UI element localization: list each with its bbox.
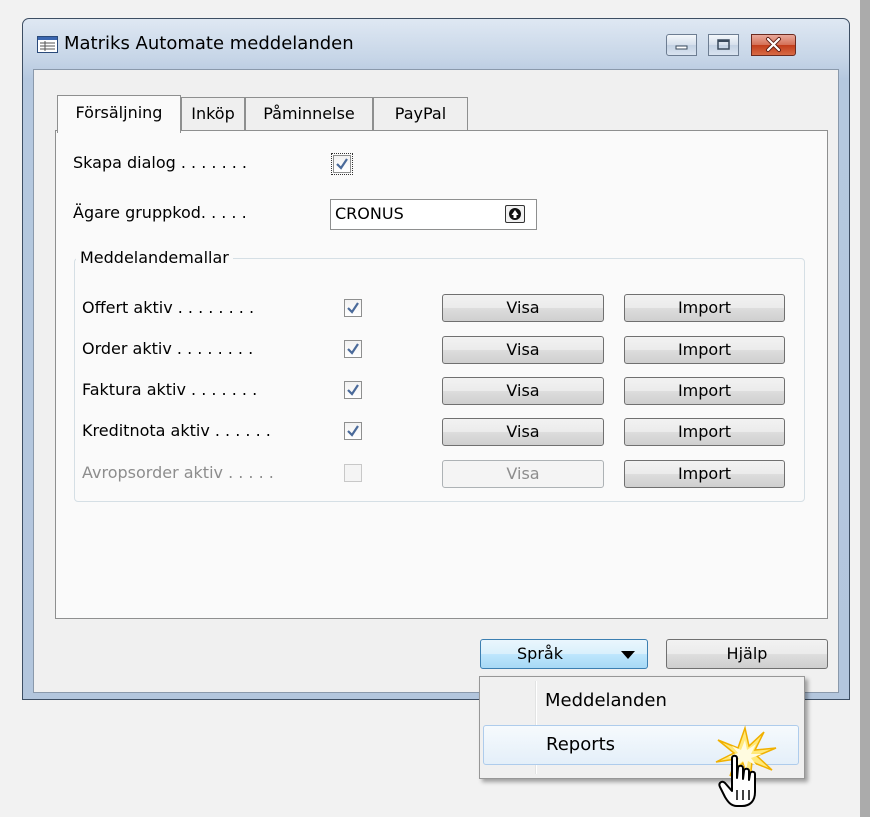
close-button[interactable] bbox=[751, 34, 796, 56]
triangle-down-icon bbox=[621, 651, 635, 659]
menu-item-label: Meddelanden bbox=[545, 690, 667, 711]
agare-gruppkod-label: Ägare gruppkod. . . . . bbox=[73, 203, 247, 222]
menu-item-meddelanden[interactable]: Meddelanden bbox=[483, 682, 799, 722]
avropsorder-import-button[interactable]: Import bbox=[624, 460, 785, 488]
kreditnota-visa-button[interactable]: Visa bbox=[442, 418, 604, 446]
tab-paminnelse[interactable]: Påminnelse bbox=[245, 97, 373, 131]
faktura-import-button[interactable]: Import bbox=[624, 377, 785, 405]
order-visa-button[interactable]: Visa bbox=[442, 336, 604, 364]
kreditnota-aktiv-label: Kreditnota aktiv . . . . . . bbox=[82, 421, 271, 440]
offert-import-button[interactable]: Import bbox=[624, 294, 785, 322]
window-title: Matriks Automate meddelanden bbox=[64, 33, 354, 54]
arrow-up-lookup-icon bbox=[509, 208, 521, 220]
faktura-visa-button[interactable]: Visa bbox=[442, 377, 604, 405]
offert-visa-button[interactable]: Visa bbox=[442, 294, 604, 322]
hjalp-button[interactable]: Hjälp bbox=[666, 639, 828, 669]
avropsorder-visa-button[interactable]: Visa bbox=[442, 460, 604, 488]
tab-forsaljning[interactable]: Försäljning bbox=[57, 95, 181, 133]
avropsorder-aktiv-checkbox[interactable] bbox=[344, 464, 362, 482]
order-aktiv-checkbox[interactable] bbox=[344, 340, 362, 358]
faktura-aktiv-checkbox[interactable] bbox=[344, 381, 362, 399]
tab-inkop[interactable]: Inköp bbox=[181, 97, 245, 131]
skapa-dialog-label: Skapa dialog . . . . . . . bbox=[73, 153, 247, 172]
tab-label: Inköp bbox=[191, 104, 235, 123]
kreditnota-aktiv-checkbox[interactable] bbox=[344, 422, 362, 440]
checkmark-icon bbox=[347, 425, 359, 437]
minimize-icon bbox=[675, 45, 688, 50]
lookup-button[interactable] bbox=[505, 205, 525, 223]
agare-gruppkod-value: CRONUS bbox=[335, 204, 404, 223]
maximize-icon bbox=[717, 39, 730, 50]
form-window-icon bbox=[37, 36, 58, 53]
order-import-button[interactable]: Import bbox=[624, 336, 785, 364]
maximize-button[interactable] bbox=[708, 34, 739, 56]
group-title: Meddelandemallar bbox=[76, 248, 233, 267]
sprak-menu-button[interactable]: Språk bbox=[480, 639, 648, 669]
offert-aktiv-checkbox[interactable] bbox=[344, 299, 362, 317]
tab-label: Försäljning bbox=[75, 103, 163, 122]
menu-item-label: Reports bbox=[546, 734, 616, 755]
kreditnota-import-button[interactable]: Import bbox=[624, 418, 785, 446]
hand-pointer-icon bbox=[718, 754, 756, 807]
sprak-label: Språk bbox=[517, 644, 563, 663]
minimize-button[interactable] bbox=[666, 34, 697, 56]
avropsorder-aktiv-label: Avropsorder aktiv . . . . . bbox=[82, 463, 274, 482]
checkmark-icon bbox=[336, 158, 348, 170]
tab-label: Påminnelse bbox=[263, 104, 355, 123]
tab-paypal[interactable]: PayPal bbox=[373, 97, 468, 131]
checkmark-icon bbox=[347, 384, 359, 396]
offert-aktiv-label: Offert aktiv . . . . . . . . bbox=[82, 298, 255, 317]
title-bar[interactable]: Matriks Automate meddelanden bbox=[23, 19, 849, 69]
checkmark-icon bbox=[347, 302, 359, 314]
checkmark-icon bbox=[347, 343, 359, 355]
close-icon bbox=[766, 37, 781, 52]
skapa-dialog-checkbox[interactable] bbox=[331, 153, 353, 175]
faktura-aktiv-label: Faktura aktiv . . . . . . . bbox=[82, 380, 258, 399]
order-aktiv-label: Order aktiv . . . . . . . . bbox=[82, 339, 254, 358]
tab-label: PayPal bbox=[394, 104, 447, 123]
